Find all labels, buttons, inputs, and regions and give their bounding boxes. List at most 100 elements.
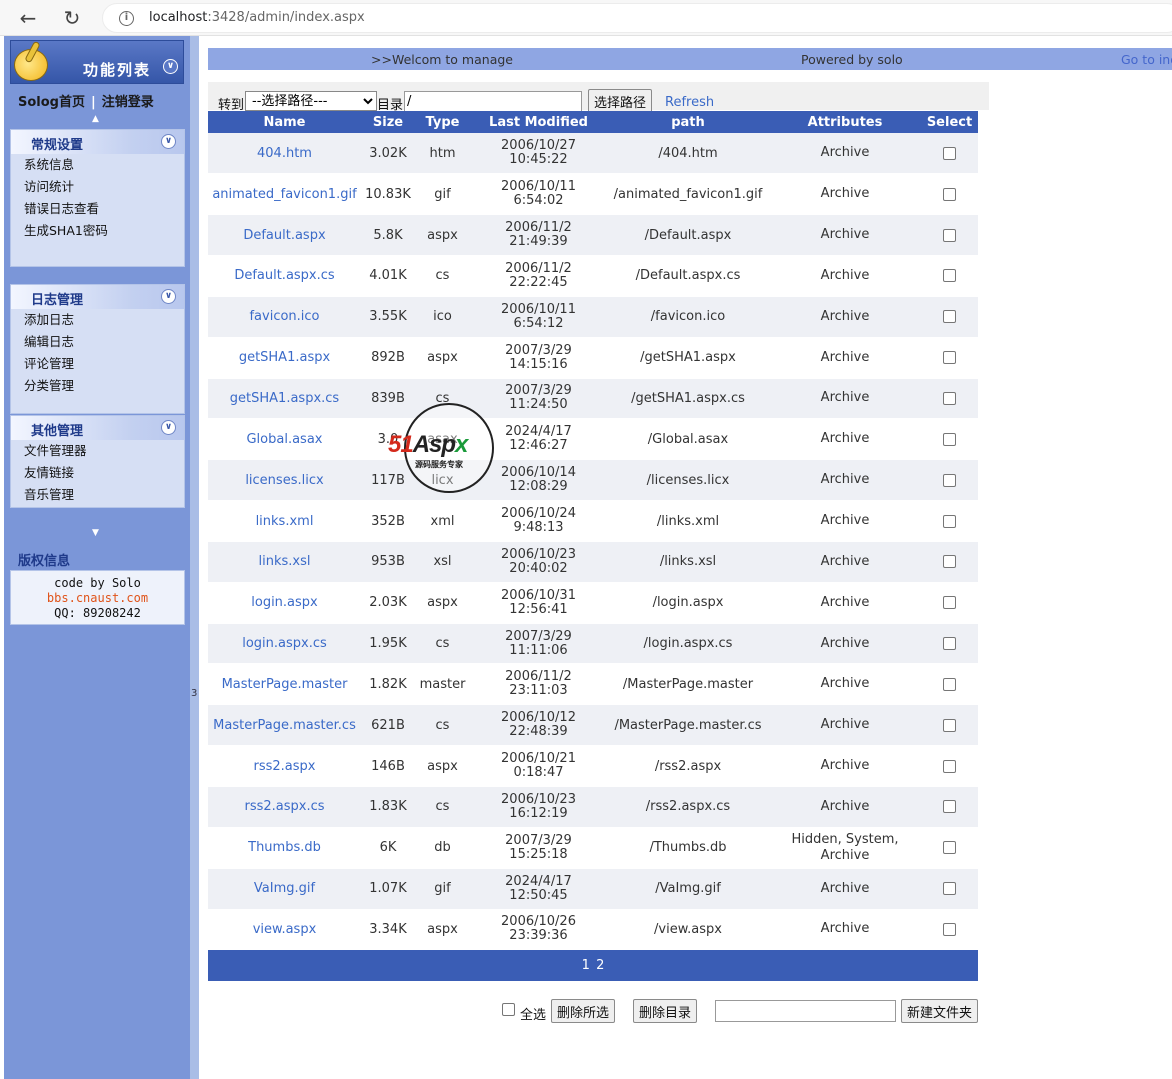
file-modified-cell: 2006/10/12 22:48:39: [470, 704, 607, 747]
new-folder-button[interactable]: 新建文件夹: [901, 999, 979, 1023]
file-name-link[interactable]: MasterPage.master: [222, 677, 348, 692]
menu-item-file-manager[interactable]: 文件管理器: [11, 440, 184, 462]
file-select-checkbox[interactable]: [943, 514, 956, 528]
file-name-link[interactable]: login.aspx.cs: [242, 636, 327, 651]
forum-link[interactable]: bbs.cnaust.com: [11, 591, 184, 606]
menu-item-categories[interactable]: 分类管理: [11, 375, 184, 397]
column-header-attributes[interactable]: Attributes: [769, 111, 921, 133]
column-header-size[interactable]: Size: [361, 111, 415, 133]
file-name-link[interactable]: Global.asax: [246, 432, 322, 447]
path-select[interactable]: --选择路径---: [245, 91, 377, 111]
scroll-down-icon[interactable]: ▼: [92, 528, 99, 538]
file-name-link[interactable]: MasterPage.master.cs: [213, 718, 356, 733]
menu-item-add-log[interactable]: 添加日志: [11, 309, 184, 331]
file-size-cell: 10.83K: [361, 173, 415, 216]
file-name-link[interactable]: login.aspx: [251, 595, 318, 610]
collapse-all-icon[interactable]: ∨: [163, 59, 178, 74]
file-select-checkbox[interactable]: [943, 228, 956, 242]
file-attributes-cell: Archive: [769, 623, 921, 665]
table-row: favicon.ico 3.55K ico 2006/10/11 6:54:12/fav…: [208, 296, 978, 338]
file-name-link[interactable]: animated_favicon1.gif: [212, 187, 356, 202]
file-name-link[interactable]: Default.aspx: [243, 228, 325, 243]
file-select-checkbox[interactable]: [943, 882, 956, 896]
file-name-link[interactable]: VaImg.gif: [254, 881, 315, 896]
select-path-button[interactable]: 选择路径: [588, 89, 653, 113]
scroll-up-icon[interactable]: ▲: [92, 114, 99, 124]
url-text[interactable]: localhost:3428/admin/index.aspx: [149, 10, 365, 25]
file-name-link[interactable]: licenses.licx: [245, 473, 323, 488]
file-name-link[interactable]: links.xsl: [259, 554, 311, 569]
file-name-link[interactable]: getSHA1.aspx: [239, 350, 330, 365]
file-select-checkbox[interactable]: [943, 473, 956, 487]
file-name-link[interactable]: Thumbs.db: [248, 840, 321, 855]
file-select-checkbox[interactable]: [943, 391, 956, 405]
menu-item-sha1[interactable]: 生成SHA1密码: [11, 220, 184, 242]
home-link[interactable]: Solog首页: [18, 95, 85, 110]
file-select-checkbox[interactable]: [943, 596, 956, 610]
file-select-checkbox[interactable]: [943, 432, 956, 446]
new-folder-input[interactable]: [715, 1000, 896, 1022]
column-header-modified[interactable]: Last Modified: [470, 111, 607, 133]
info-icon[interactable]: i: [119, 11, 134, 26]
file-select-checkbox[interactable]: [943, 146, 956, 160]
chevron-down-icon[interactable]: ∨: [161, 420, 176, 435]
table-row: MasterPage.master.cs 621B cs 2006/10/12 22:4…: [208, 704, 978, 747]
chevron-down-icon[interactable]: ∨: [161, 289, 176, 304]
file-name-link[interactable]: view.aspx: [253, 922, 317, 937]
file-name-link[interactable]: rss2.aspx.cs: [244, 799, 324, 814]
file-name-link[interactable]: links.xml: [256, 514, 314, 529]
chevron-down-icon[interactable]: ∨: [161, 134, 176, 149]
menu-item-friend-links[interactable]: 友情链接: [11, 462, 184, 484]
logout-link[interactable]: 注销登录: [102, 95, 154, 110]
file-select-checkbox[interactable]: [943, 310, 956, 324]
file-select-checkbox[interactable]: [943, 922, 956, 936]
file-select-checkbox[interactable]: [943, 351, 956, 365]
file-select-checkbox[interactable]: [943, 187, 956, 201]
menu-item-edit-log[interactable]: 编辑日志: [11, 331, 184, 353]
file-size-cell: 621B: [361, 704, 415, 747]
dir-input[interactable]: [404, 91, 582, 112]
file-table-body: 404.htm 3.02K htm 2006/10/27 10:45:22/404.ht…: [208, 133, 978, 951]
file-name-link[interactable]: Default.aspx.cs: [234, 268, 334, 283]
column-header-name[interactable]: Name: [208, 111, 361, 133]
file-name-link[interactable]: getSHA1.aspx.cs: [230, 391, 339, 406]
table-row: animated_favicon1.gif 10.83K gif 2006/10/11…: [208, 173, 978, 216]
menu-item-error-log[interactable]: 错误日志查看: [11, 198, 184, 220]
file-select-checkbox[interactable]: [943, 677, 956, 691]
file-select-checkbox[interactable]: [943, 269, 956, 283]
menu-item-visit-stats[interactable]: 访问统计: [11, 176, 184, 198]
page-link[interactable]: 1: [582, 958, 590, 973]
menu-group-title: 常规设置: [31, 138, 84, 153]
column-header-path[interactable]: path: [607, 111, 769, 133]
address-bar[interactable]: i localhost:3428/admin/index.aspx: [102, 3, 1172, 33]
file-select-checkbox[interactable]: [943, 555, 956, 569]
file-select-checkbox[interactable]: [943, 759, 956, 773]
go-to-index-link[interactable]: Go to index: [1121, 52, 1172, 67]
file-attributes-line1: Archive: [820, 921, 870, 937]
file-select-checkbox[interactable]: [943, 800, 956, 814]
file-select-checkbox[interactable]: [943, 841, 956, 855]
column-header-type[interactable]: Type: [415, 111, 470, 133]
file-name-cell: favicon.ico: [208, 296, 361, 338]
menu-item-music[interactable]: 音乐管理: [11, 484, 184, 506]
file-name-cell: getSHA1.aspx: [208, 337, 361, 379]
file-select-checkbox[interactable]: [943, 637, 956, 651]
reload-icon[interactable]: ↻: [58, 4, 86, 32]
delete-directory-button[interactable]: 删除目录: [633, 999, 698, 1023]
page-link[interactable]: 2: [596, 958, 604, 973]
file-name-link[interactable]: rss2.aspx: [254, 759, 316, 774]
refresh-link[interactable]: Refresh: [665, 95, 714, 110]
menu-item-comments[interactable]: 评论管理: [11, 353, 184, 375]
file-name-link[interactable]: 404.htm: [257, 146, 312, 161]
menu-group-header[interactable]: 日志管理 ∨: [11, 285, 184, 309]
file-name-link[interactable]: favicon.ico: [249, 309, 319, 324]
menu-group-header[interactable]: 其他管理 ∨: [11, 416, 184, 440]
file-select-checkbox[interactable]: [943, 718, 956, 732]
back-arrow-icon[interactable]: ←: [14, 4, 42, 32]
select-all-checkbox[interactable]: [502, 1003, 515, 1016]
menu-group-title: 日志管理: [31, 293, 84, 308]
delete-selected-button[interactable]: 删除所选: [551, 999, 616, 1023]
menu-group-header[interactable]: 常规设置 ∨: [11, 130, 184, 154]
menu-item-system-info[interactable]: 系统信息: [11, 154, 184, 176]
frame-splitter[interactable]: [190, 36, 199, 1079]
